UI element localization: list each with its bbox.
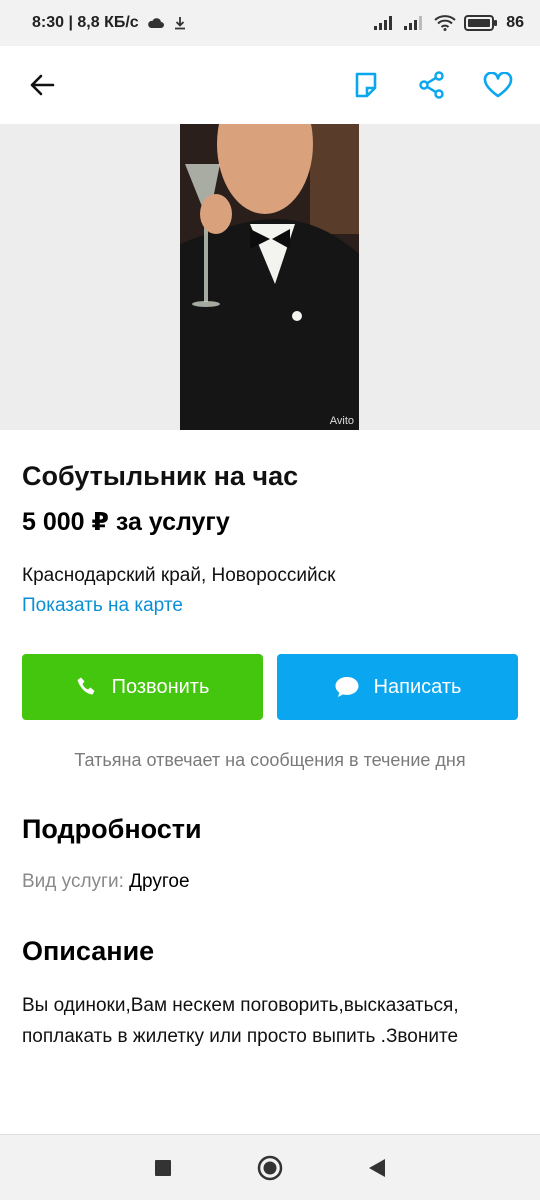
phone-icon bbox=[77, 677, 95, 695]
status-left: 8:30 | 8,8 КБ/с bbox=[32, 14, 187, 32]
battery-level: 86 bbox=[506, 14, 524, 31]
nav-square-icon bbox=[155, 1159, 172, 1176]
message-button-label: Написать bbox=[373, 675, 462, 698]
cloud-icon bbox=[147, 18, 164, 28]
back-arrow-icon bbox=[30, 74, 55, 96]
share-icon bbox=[419, 71, 444, 99]
signal-icon-2 bbox=[404, 16, 423, 30]
status-bar: 8:30 | 8,8 КБ/с 86 bbox=[0, 0, 540, 46]
nav-circle-icon bbox=[257, 1155, 283, 1180]
seller-reply-note: Татьяна отвечает на сообщения в течение … bbox=[74, 750, 466, 770]
call-button[interactable]: Позвонить bbox=[22, 654, 263, 720]
nav-back-icon bbox=[368, 1158, 385, 1177]
listing-content: Собутыльник на час 5 000 ₽ за услугу Кра… bbox=[0, 430, 540, 1052]
share-button[interactable] bbox=[410, 63, 454, 107]
description-text: Вы одиноки,Вам нескем поговорить,высказа… bbox=[22, 995, 459, 1047]
listing-price: 5 000 ₽ за услугу bbox=[22, 508, 230, 536]
detail-value: Другое bbox=[129, 871, 190, 892]
note-button[interactable] bbox=[344, 63, 388, 107]
system-nav-bar bbox=[0, 1134, 540, 1200]
chat-bubble-icon bbox=[335, 677, 359, 697]
note-icon bbox=[355, 72, 377, 98]
detail-service-type: Вид услуги: Другое bbox=[22, 870, 518, 894]
battery-icon bbox=[464, 15, 498, 31]
listing-location: Краснодарский край, Новороссийск bbox=[22, 565, 336, 586]
detail-key: Вид услуги: bbox=[22, 871, 124, 892]
wifi-icon bbox=[434, 15, 456, 31]
heart-icon bbox=[483, 72, 513, 98]
download-icon bbox=[174, 17, 185, 30]
photo-illustration bbox=[180, 124, 359, 430]
recent-apps-button[interactable] bbox=[143, 1148, 183, 1188]
photo-watermark: Avito bbox=[329, 415, 354, 427]
signal-icon bbox=[374, 16, 393, 30]
toolbar bbox=[0, 46, 540, 124]
details-heading: Подробности bbox=[22, 814, 202, 844]
home-button[interactable] bbox=[250, 1148, 290, 1188]
contact-actions: Позвонить Написать bbox=[22, 654, 518, 720]
show-on-map-link[interactable]: Показать на карте bbox=[22, 594, 518, 618]
listing-photo[interactable]: Avito bbox=[180, 124, 359, 430]
status-right: 86 bbox=[374, 14, 524, 32]
photo-gallery[interactable]: Avito bbox=[0, 124, 540, 430]
status-time: 8:30 | 8,8 КБ/с bbox=[32, 14, 139, 31]
listing-title: Собутыльник на час bbox=[22, 461, 299, 491]
favorite-button[interactable] bbox=[476, 63, 520, 107]
message-button[interactable]: Написать bbox=[277, 654, 518, 720]
call-button-label: Позвонить bbox=[111, 675, 210, 698]
description-heading: Описание bbox=[22, 936, 155, 966]
back-button[interactable] bbox=[20, 63, 64, 107]
back-nav-button[interactable] bbox=[357, 1148, 397, 1188]
